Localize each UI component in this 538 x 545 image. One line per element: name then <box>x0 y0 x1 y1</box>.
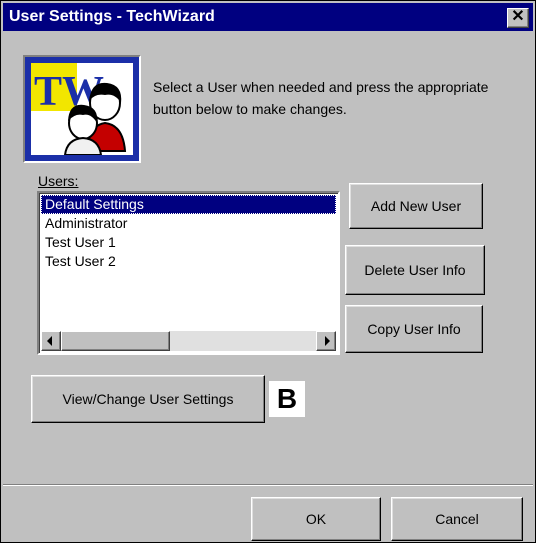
users-icon: TW <box>31 63 127 156</box>
copy-user-info-button[interactable]: Copy User Info <box>345 305 483 353</box>
logo-panel: TW <box>31 63 133 156</box>
view-change-user-settings-label: View/Change User Settings <box>62 391 234 407</box>
cancel-label: Cancel <box>435 511 479 527</box>
scroll-thumb[interactable] <box>61 331 170 351</box>
add-new-user-button[interactable]: Add New User <box>349 183 483 229</box>
footer-divider <box>3 484 533 486</box>
scroll-left-button[interactable] <box>41 331 61 351</box>
list-item[interactable]: Administrator <box>41 214 336 233</box>
close-button[interactable]: ✕ <box>507 8 529 28</box>
ok-label: OK <box>305 511 327 527</box>
cancel-button[interactable]: Cancel <box>391 497 523 541</box>
users-listbox[interactable]: Default Settings Administrator Test User… <box>37 191 340 355</box>
horizontal-scrollbar[interactable] <box>41 331 336 351</box>
title-bar[interactable]: User Settings - TechWizard ✕ <box>3 3 533 31</box>
scroll-right-button[interactable] <box>316 331 336 351</box>
delete-user-info-label: Delete User Info <box>364 262 466 278</box>
arrow-left-icon <box>47 336 52 346</box>
list-item[interactable]: Test User 1 <box>41 233 336 252</box>
arrow-right-icon <box>325 336 330 346</box>
add-new-user-label: Add New User <box>370 198 462 214</box>
copy-user-info-label: Copy User Info <box>367 321 461 337</box>
close-icon: ✕ <box>511 8 525 25</box>
techwizard-logo: TW <box>23 55 141 163</box>
list-item[interactable]: Default Settings <box>41 195 336 214</box>
list-item[interactable]: Test User 2 <box>41 252 336 271</box>
instructions-text: Select a User when needed and press the … <box>153 79 489 117</box>
users-label: Users: <box>38 173 79 189</box>
annotation-marker: B <box>269 381 305 417</box>
users-list: Default Settings Administrator Test User… <box>41 195 336 271</box>
delete-user-info-button[interactable]: Delete User Info <box>345 245 485 295</box>
ok-button[interactable]: OK <box>251 497 381 541</box>
view-change-user-settings-button[interactable]: View/Change User Settings <box>31 375 265 423</box>
user-settings-window: User Settings - TechWizard ✕ TW Select a… <box>0 0 536 543</box>
window-title: User Settings - TechWizard <box>9 8 215 25</box>
